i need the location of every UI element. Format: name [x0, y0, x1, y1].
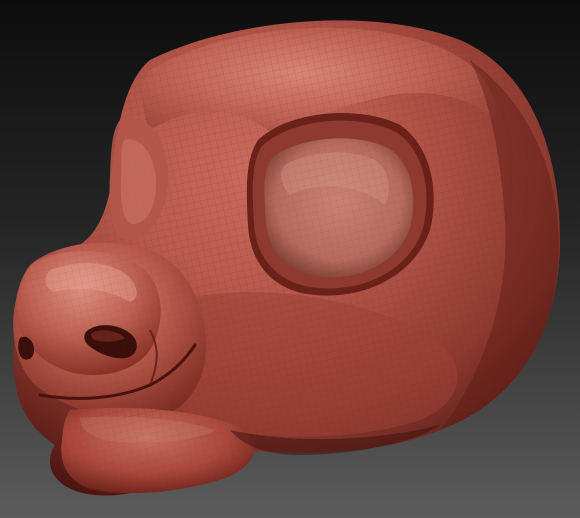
sculpt-render [0, 0, 580, 518]
viewport [0, 0, 580, 518]
